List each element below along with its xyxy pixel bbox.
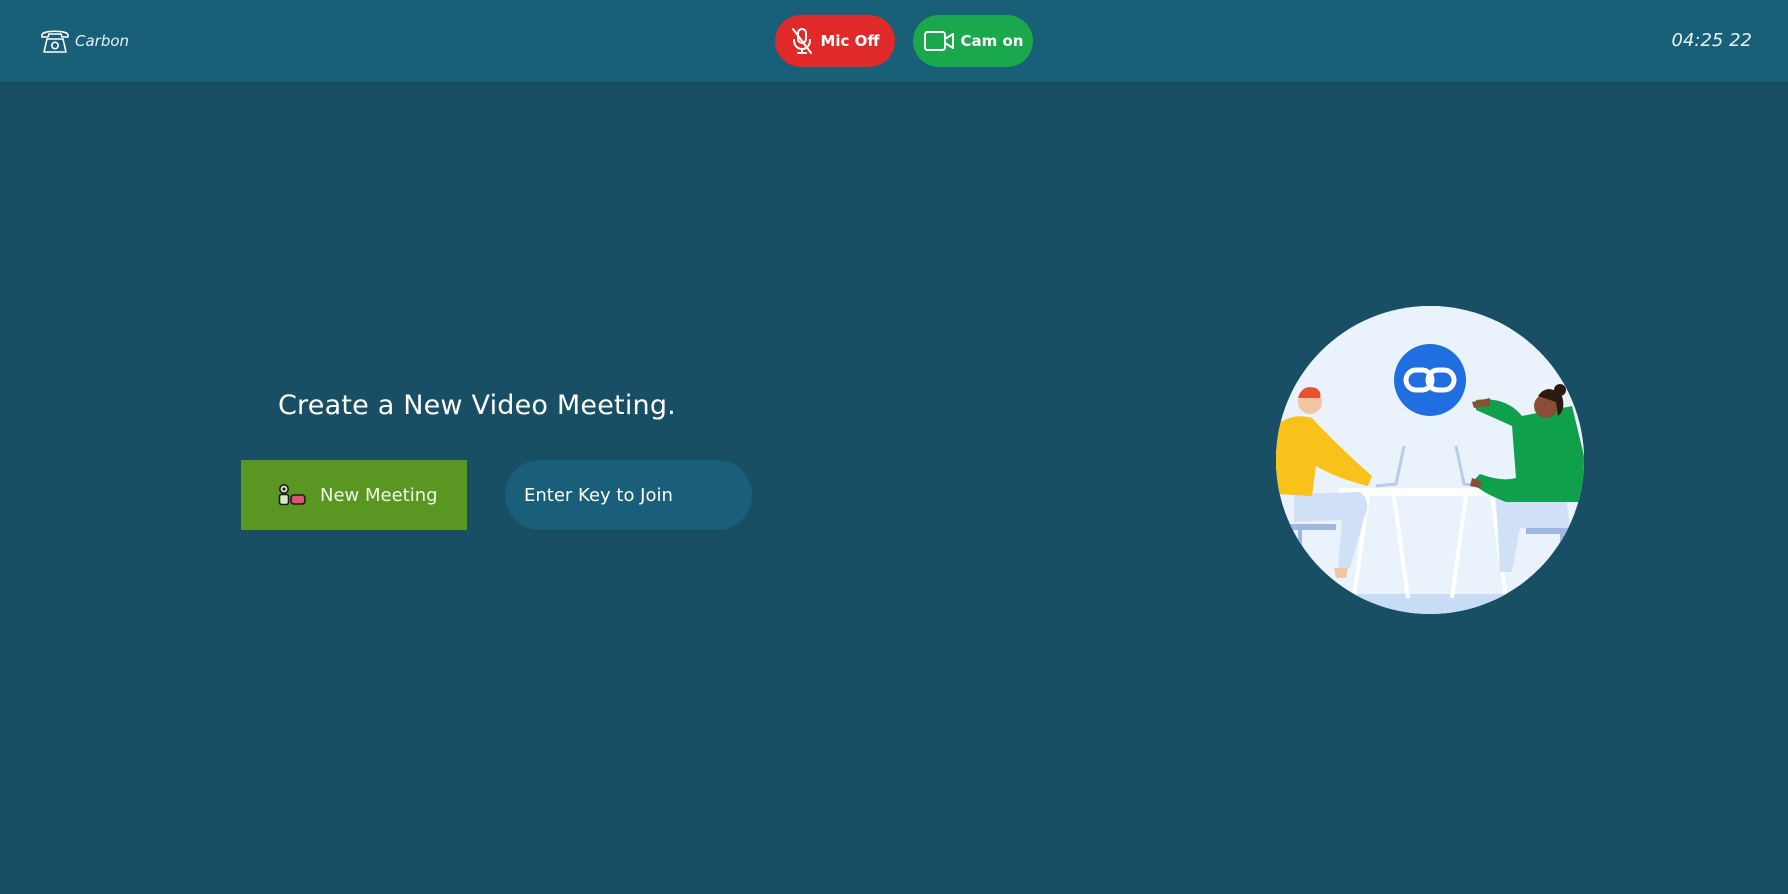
brand[interactable]: Carbon	[39, 26, 129, 56]
brand-name: Carbon	[75, 32, 130, 50]
link-icon	[1394, 344, 1466, 416]
mic-off-icon	[792, 28, 813, 54]
page-title: Create a New Video Meeting.	[278, 390, 676, 421]
camera-toggle-button[interactable]: Cam on	[913, 15, 1033, 67]
camera-toggle-label: Cam on	[960, 32, 1024, 50]
top-bar: Carbon Mic Off Cam on 04:25 22	[0, 0, 1788, 82]
new-meeting-button[interactable]: New Meeting	[241, 460, 467, 530]
clock: 04:25 22	[1671, 30, 1753, 51]
telephone-icon	[41, 30, 69, 53]
mic-toggle-label: Mic Off	[820, 32, 880, 50]
video-camera-icon	[278, 484, 306, 506]
new-meeting-label: New Meeting	[320, 484, 438, 506]
mic-toggle-button[interactable]: Mic Off	[775, 15, 895, 67]
video-camera-icon	[923, 31, 954, 51]
join-key-input[interactable]	[505, 460, 752, 530]
meeting-illustration	[1276, 306, 1584, 614]
